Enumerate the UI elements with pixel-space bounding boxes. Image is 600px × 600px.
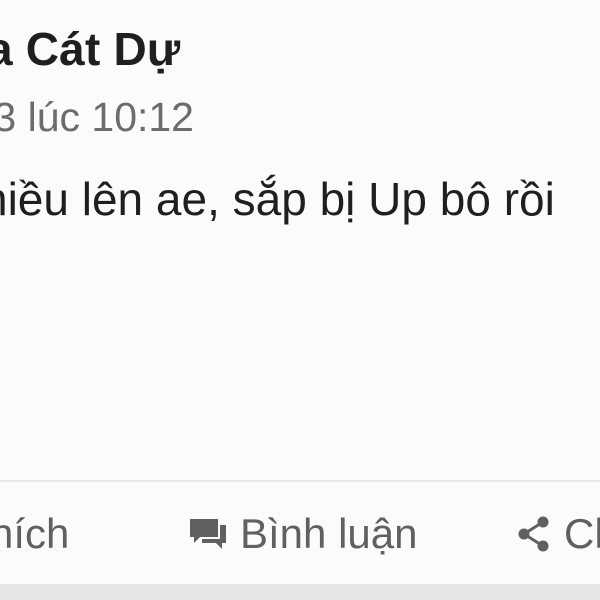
bottom-separator — [0, 584, 600, 600]
like-button[interactable]: hích — [0, 506, 69, 562]
comment-label: Bình luận — [240, 510, 418, 557]
share-label: Ch — [564, 510, 600, 557]
share-icon — [516, 515, 552, 553]
share-button[interactable]: Ch — [516, 506, 600, 562]
author-name[interactable]: ia Cát Dự — [0, 22, 180, 76]
like-label: hích — [0, 510, 70, 557]
post-timestamp[interactable]: /3 lúc 10:12 — [0, 94, 194, 141]
action-divider — [0, 480, 600, 482]
comment-button[interactable]: Bình luận — [188, 506, 417, 562]
post-card: ia Cát Dự /3 lúc 10:12 hiều lên ae, sắp … — [0, 0, 600, 584]
comment-icon — [188, 517, 228, 551]
post-text: hiều lên ae, sắp bị Up bô rồi — [0, 173, 555, 225]
